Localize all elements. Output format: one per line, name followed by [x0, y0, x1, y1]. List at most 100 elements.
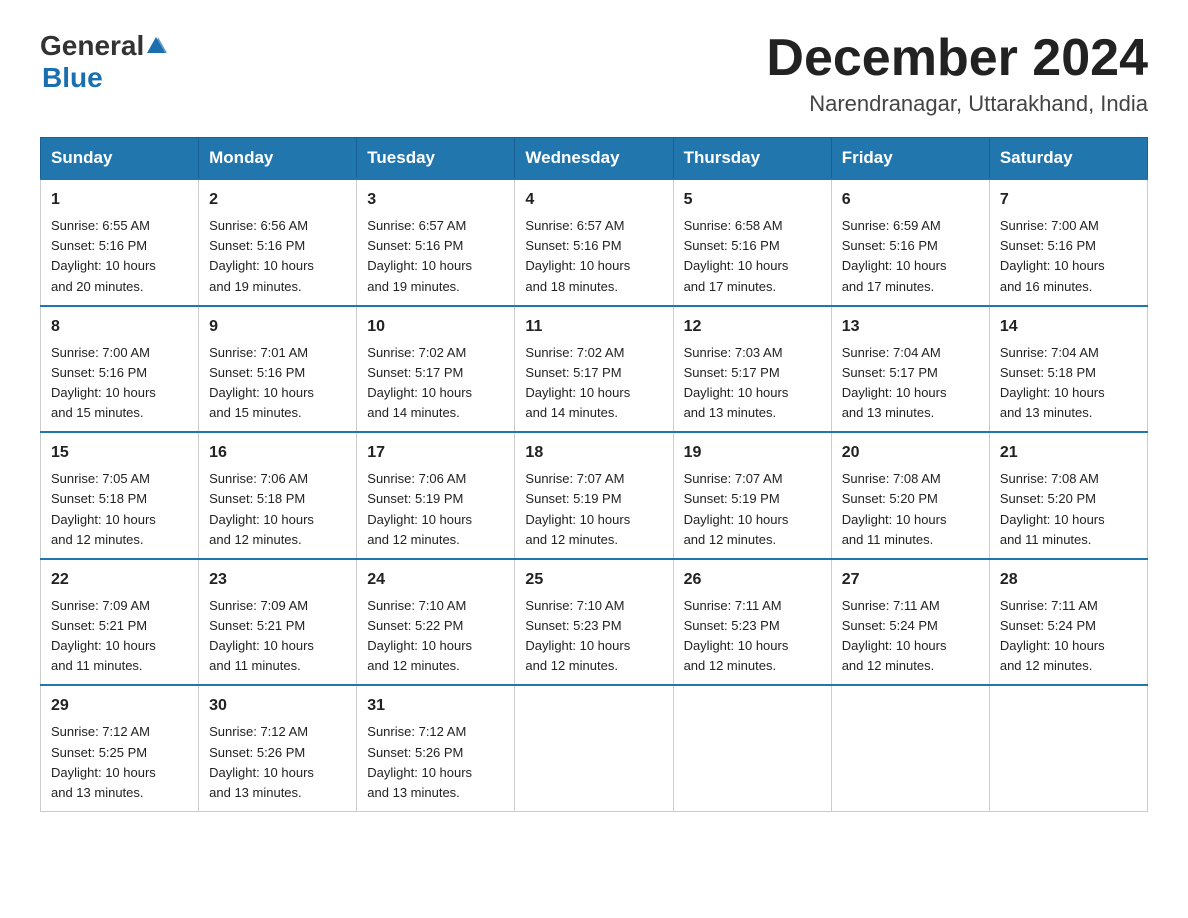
day-info: Sunrise: 6:57 AM Sunset: 5:16 PM Dayligh…	[525, 216, 662, 297]
calendar-cell: 3 Sunrise: 6:57 AM Sunset: 5:16 PM Dayli…	[357, 179, 515, 306]
day-info: Sunrise: 7:02 AM Sunset: 5:17 PM Dayligh…	[525, 343, 662, 424]
logo-icon	[145, 35, 167, 57]
day-number: 14	[1000, 315, 1137, 339]
day-info: Sunrise: 6:58 AM Sunset: 5:16 PM Dayligh…	[684, 216, 821, 297]
logo: General Blue	[40, 30, 168, 94]
day-info: Sunrise: 7:08 AM Sunset: 5:20 PM Dayligh…	[1000, 469, 1137, 550]
day-number: 17	[367, 441, 504, 465]
day-number: 29	[51, 694, 188, 718]
day-info: Sunrise: 7:11 AM Sunset: 5:24 PM Dayligh…	[842, 596, 979, 677]
calendar-cell: 13 Sunrise: 7:04 AM Sunset: 5:17 PM Dayl…	[831, 306, 989, 433]
day-info: Sunrise: 7:10 AM Sunset: 5:22 PM Dayligh…	[367, 596, 504, 677]
calendar-cell: 4 Sunrise: 6:57 AM Sunset: 5:16 PM Dayli…	[515, 179, 673, 306]
month-year-title: December 2024	[766, 30, 1148, 87]
day-number: 22	[51, 568, 188, 592]
location-title: Narendranagar, Uttarakhand, India	[766, 91, 1148, 117]
day-info: Sunrise: 7:08 AM Sunset: 5:20 PM Dayligh…	[842, 469, 979, 550]
calendar-cell	[515, 685, 673, 811]
day-number: 13	[842, 315, 979, 339]
day-number: 11	[525, 315, 662, 339]
week-row-2: 8 Sunrise: 7:00 AM Sunset: 5:16 PM Dayli…	[41, 306, 1148, 433]
day-info: Sunrise: 7:03 AM Sunset: 5:17 PM Dayligh…	[684, 343, 821, 424]
calendar-cell: 9 Sunrise: 7:01 AM Sunset: 5:16 PM Dayli…	[199, 306, 357, 433]
weekday-header-friday: Friday	[831, 138, 989, 180]
page-header: General Blue December 2024 Narendranagar…	[40, 30, 1148, 117]
day-info: Sunrise: 7:02 AM Sunset: 5:17 PM Dayligh…	[367, 343, 504, 424]
calendar-cell: 15 Sunrise: 7:05 AM Sunset: 5:18 PM Dayl…	[41, 432, 199, 559]
day-number: 7	[1000, 188, 1137, 212]
day-number: 23	[209, 568, 346, 592]
day-info: Sunrise: 7:04 AM Sunset: 5:18 PM Dayligh…	[1000, 343, 1137, 424]
week-row-3: 15 Sunrise: 7:05 AM Sunset: 5:18 PM Dayl…	[41, 432, 1148, 559]
day-info: Sunrise: 6:55 AM Sunset: 5:16 PM Dayligh…	[51, 216, 188, 297]
calendar-cell: 5 Sunrise: 6:58 AM Sunset: 5:16 PM Dayli…	[673, 179, 831, 306]
day-info: Sunrise: 7:01 AM Sunset: 5:16 PM Dayligh…	[209, 343, 346, 424]
day-info: Sunrise: 7:11 AM Sunset: 5:23 PM Dayligh…	[684, 596, 821, 677]
calendar-cell: 21 Sunrise: 7:08 AM Sunset: 5:20 PM Dayl…	[989, 432, 1147, 559]
calendar-cell: 2 Sunrise: 6:56 AM Sunset: 5:16 PM Dayli…	[199, 179, 357, 306]
day-number: 31	[367, 694, 504, 718]
day-number: 2	[209, 188, 346, 212]
calendar-cell: 20 Sunrise: 7:08 AM Sunset: 5:20 PM Dayl…	[831, 432, 989, 559]
day-info: Sunrise: 7:12 AM Sunset: 5:26 PM Dayligh…	[367, 722, 504, 803]
weekday-header-thursday: Thursday	[673, 138, 831, 180]
calendar-body: 1 Sunrise: 6:55 AM Sunset: 5:16 PM Dayli…	[41, 179, 1148, 811]
calendar-cell: 11 Sunrise: 7:02 AM Sunset: 5:17 PM Dayl…	[515, 306, 673, 433]
calendar-cell: 6 Sunrise: 6:59 AM Sunset: 5:16 PM Dayli…	[831, 179, 989, 306]
day-info: Sunrise: 7:07 AM Sunset: 5:19 PM Dayligh…	[684, 469, 821, 550]
day-number: 25	[525, 568, 662, 592]
calendar-cell: 30 Sunrise: 7:12 AM Sunset: 5:26 PM Dayl…	[199, 685, 357, 811]
title-section: December 2024 Narendranagar, Uttarakhand…	[766, 30, 1148, 117]
day-info: Sunrise: 7:00 AM Sunset: 5:16 PM Dayligh…	[51, 343, 188, 424]
calendar-cell: 16 Sunrise: 7:06 AM Sunset: 5:18 PM Dayl…	[199, 432, 357, 559]
day-number: 5	[684, 188, 821, 212]
day-number: 12	[684, 315, 821, 339]
day-info: Sunrise: 7:09 AM Sunset: 5:21 PM Dayligh…	[209, 596, 346, 677]
day-number: 1	[51, 188, 188, 212]
day-info: Sunrise: 7:11 AM Sunset: 5:24 PM Dayligh…	[1000, 596, 1137, 677]
day-info: Sunrise: 7:12 AM Sunset: 5:26 PM Dayligh…	[209, 722, 346, 803]
calendar-cell: 19 Sunrise: 7:07 AM Sunset: 5:19 PM Dayl…	[673, 432, 831, 559]
day-info: Sunrise: 7:07 AM Sunset: 5:19 PM Dayligh…	[525, 469, 662, 550]
day-number: 26	[684, 568, 821, 592]
calendar-cell	[831, 685, 989, 811]
calendar-cell: 29 Sunrise: 7:12 AM Sunset: 5:25 PM Dayl…	[41, 685, 199, 811]
weekday-header-tuesday: Tuesday	[357, 138, 515, 180]
calendar-cell: 10 Sunrise: 7:02 AM Sunset: 5:17 PM Dayl…	[357, 306, 515, 433]
day-info: Sunrise: 7:12 AM Sunset: 5:25 PM Dayligh…	[51, 722, 188, 803]
day-number: 8	[51, 315, 188, 339]
calendar-cell: 14 Sunrise: 7:04 AM Sunset: 5:18 PM Dayl…	[989, 306, 1147, 433]
day-number: 6	[842, 188, 979, 212]
calendar-cell: 7 Sunrise: 7:00 AM Sunset: 5:16 PM Dayli…	[989, 179, 1147, 306]
day-info: Sunrise: 7:06 AM Sunset: 5:19 PM Dayligh…	[367, 469, 504, 550]
day-info: Sunrise: 6:59 AM Sunset: 5:16 PM Dayligh…	[842, 216, 979, 297]
calendar-cell: 27 Sunrise: 7:11 AM Sunset: 5:24 PM Dayl…	[831, 559, 989, 686]
calendar-cell: 26 Sunrise: 7:11 AM Sunset: 5:23 PM Dayl…	[673, 559, 831, 686]
calendar-cell: 24 Sunrise: 7:10 AM Sunset: 5:22 PM Dayl…	[357, 559, 515, 686]
calendar-cell: 28 Sunrise: 7:11 AM Sunset: 5:24 PM Dayl…	[989, 559, 1147, 686]
logo-general: General	[40, 30, 144, 62]
calendar-cell: 22 Sunrise: 7:09 AM Sunset: 5:21 PM Dayl…	[41, 559, 199, 686]
day-number: 3	[367, 188, 504, 212]
calendar-cell: 31 Sunrise: 7:12 AM Sunset: 5:26 PM Dayl…	[357, 685, 515, 811]
calendar-cell: 8 Sunrise: 7:00 AM Sunset: 5:16 PM Dayli…	[41, 306, 199, 433]
day-info: Sunrise: 7:10 AM Sunset: 5:23 PM Dayligh…	[525, 596, 662, 677]
day-number: 4	[525, 188, 662, 212]
calendar-cell: 23 Sunrise: 7:09 AM Sunset: 5:21 PM Dayl…	[199, 559, 357, 686]
weekday-header-sunday: Sunday	[41, 138, 199, 180]
logo-blue: Blue	[42, 62, 103, 94]
weekday-header-row: SundayMondayTuesdayWednesdayThursdayFrid…	[41, 138, 1148, 180]
week-row-5: 29 Sunrise: 7:12 AM Sunset: 5:25 PM Dayl…	[41, 685, 1148, 811]
weekday-header-saturday: Saturday	[989, 138, 1147, 180]
day-number: 28	[1000, 568, 1137, 592]
day-info: Sunrise: 6:56 AM Sunset: 5:16 PM Dayligh…	[209, 216, 346, 297]
calendar-cell: 25 Sunrise: 7:10 AM Sunset: 5:23 PM Dayl…	[515, 559, 673, 686]
week-row-4: 22 Sunrise: 7:09 AM Sunset: 5:21 PM Dayl…	[41, 559, 1148, 686]
day-number: 16	[209, 441, 346, 465]
calendar-header: SundayMondayTuesdayWednesdayThursdayFrid…	[41, 138, 1148, 180]
day-info: Sunrise: 7:00 AM Sunset: 5:16 PM Dayligh…	[1000, 216, 1137, 297]
day-number: 24	[367, 568, 504, 592]
day-info: Sunrise: 7:09 AM Sunset: 5:21 PM Dayligh…	[51, 596, 188, 677]
calendar-table: SundayMondayTuesdayWednesdayThursdayFrid…	[40, 137, 1148, 812]
calendar-cell	[673, 685, 831, 811]
